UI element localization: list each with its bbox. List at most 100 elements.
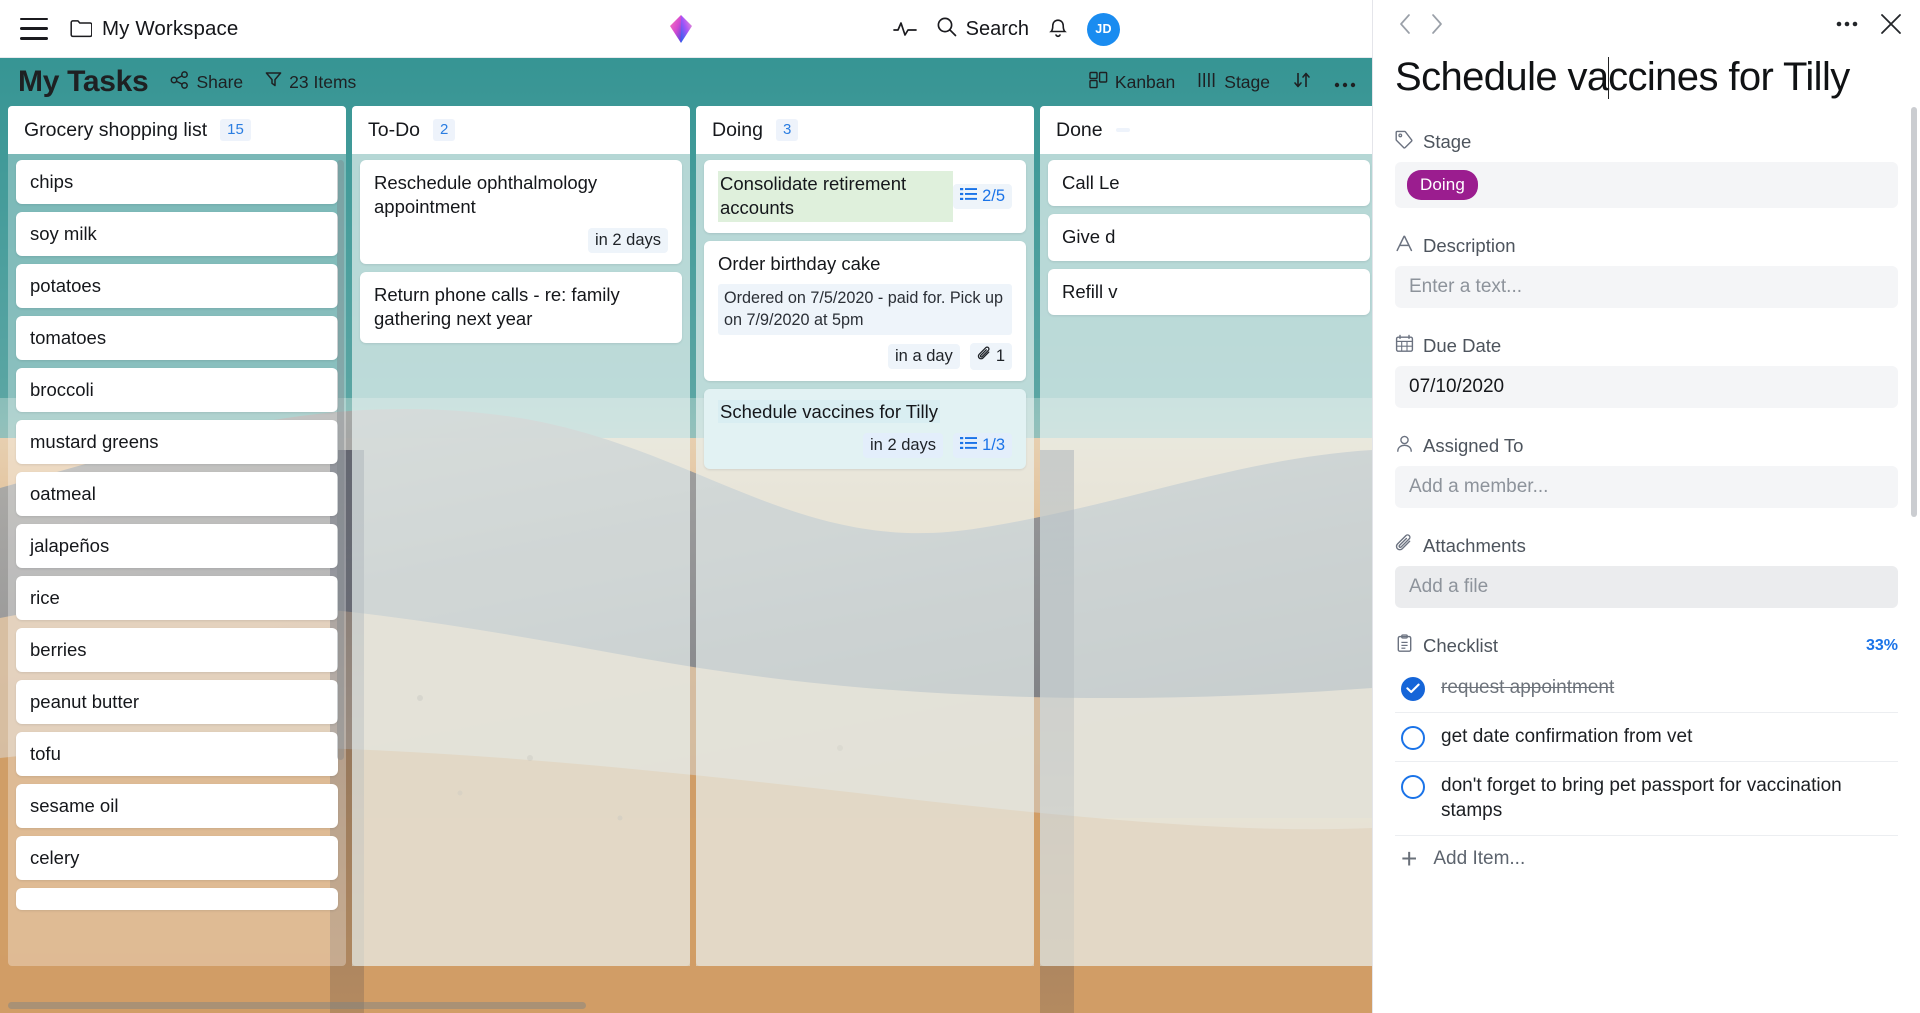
- group-by-stage-button[interactable]: Stage: [1197, 71, 1270, 94]
- kanban-columns: Grocery shopping list 15 chips soy milk …: [0, 106, 1372, 966]
- close-icon[interactable]: [1880, 13, 1902, 35]
- column-count: [1115, 128, 1130, 132]
- task-card-title: Consolidate retirement accounts: [718, 171, 954, 222]
- task-detail-panel: Schedule vaccines for Tilly Stage Doing …: [1372, 0, 1920, 1013]
- column-scrollbar[interactable]: [337, 160, 344, 760]
- list-item[interactable]: [16, 888, 338, 910]
- list-item[interactable]: jalapeños: [16, 524, 338, 568]
- avatar[interactable]: JD: [1087, 12, 1120, 46]
- checklist-icon: [960, 436, 978, 455]
- due-date-badge: in a day: [888, 344, 960, 370]
- task-card[interactable]: Reschedule ophthalmology appointment in …: [360, 160, 682, 264]
- board-horizontal-scrollbar[interactable]: [8, 1002, 1364, 1009]
- kanban-icon: [1089, 71, 1108, 94]
- task-card[interactable]: Refill v: [1048, 268, 1370, 316]
- kanban-column-done: Done Call Le Give d Refill v: [1040, 106, 1372, 966]
- list-item[interactable]: chips: [16, 160, 338, 204]
- assigned-to-input[interactable]: Add a member...: [1395, 465, 1898, 508]
- list-item[interactable]: berries: [16, 628, 338, 672]
- panel-scrollbar[interactable]: [1911, 107, 1917, 517]
- column-title: Grocery shopping list: [24, 118, 208, 141]
- search-label: Search: [965, 17, 1029, 40]
- app-root: My Workspace Search JD My Tasks Share 23…: [0, 0, 1920, 1013]
- task-card[interactable]: Consolidate retirement accounts 2/5: [704, 160, 1026, 233]
- column-header[interactable]: Grocery shopping list 15: [8, 106, 346, 154]
- chevron-right-icon[interactable]: [1421, 9, 1451, 39]
- share-icon: [170, 70, 189, 94]
- list-item[interactable]: oatmeal: [16, 472, 338, 516]
- panel-toolbar-right: [1836, 13, 1902, 35]
- task-card[interactable]: Give d: [1048, 214, 1370, 261]
- attachments-dropzone[interactable]: Add a file: [1395, 565, 1898, 608]
- workspace-name[interactable]: My Workspace: [102, 17, 238, 41]
- list-item[interactable]: potatoes: [16, 264, 338, 308]
- checklist-item[interactable]: get date confirmation from vet: [1395, 713, 1898, 762]
- due-date-field-label: Due Date: [1395, 334, 1898, 358]
- share-label: Share: [196, 71, 244, 92]
- column-header[interactable]: Done: [1040, 106, 1372, 154]
- stage-field[interactable]: Doing: [1395, 161, 1898, 208]
- items-count-label: 23 Items: [289, 71, 357, 92]
- attachments-field-label: Attachments: [1395, 534, 1898, 558]
- checkbox-unchecked-icon[interactable]: [1401, 725, 1425, 750]
- filter-items-button[interactable]: 23 Items: [265, 71, 356, 93]
- task-card[interactable]: Order birthday cake Ordered on 7/5/2020 …: [704, 240, 1026, 382]
- checklist-icon: [960, 187, 978, 206]
- sort-button[interactable]: [1292, 70, 1312, 95]
- list-item[interactable]: mustard greens: [16, 420, 338, 464]
- panel-more-options-button[interactable]: [1836, 21, 1858, 27]
- checklist-add-label: Add Item...: [1433, 848, 1526, 870]
- kanban-column-grocery-shopping-list: Grocery shopping list 15 chips soy milk …: [8, 106, 346, 966]
- column-header[interactable]: To-Do 2: [352, 106, 690, 154]
- checklist-field-label: Checklist: [1395, 634, 1498, 658]
- sort-icon: [1292, 70, 1312, 95]
- search-button[interactable]: Search: [936, 16, 1029, 42]
- hamburger-menu-icon[interactable]: [20, 17, 48, 40]
- board-header: My Tasks Share 23 Items Kanban Stage: [0, 58, 1372, 106]
- checklist-item[interactable]: request appointment: [1395, 664, 1898, 713]
- list-item[interactable]: soy milk: [16, 212, 338, 256]
- description-input[interactable]: Enter a text...: [1395, 265, 1898, 308]
- list-item[interactable]: celery: [16, 836, 338, 880]
- checkbox-unchecked-icon[interactable]: [1401, 774, 1425, 799]
- checkbox-checked-icon[interactable]: [1401, 676, 1425, 701]
- checklist-count: 1/3: [982, 435, 1005, 454]
- column-body: Reschedule ophthalmology appointment in …: [352, 154, 690, 966]
- task-card-title: Refill v: [1062, 280, 1118, 302]
- checklist-badge: 1/3: [953, 432, 1012, 458]
- checklist-item[interactable]: don't forget to bring pet passport for v…: [1395, 762, 1898, 837]
- column-title: Doing: [712, 118, 763, 141]
- column-count: 15: [220, 118, 251, 142]
- panel-task-title[interactable]: Schedule vaccines for Tilly: [1395, 51, 1898, 104]
- share-button[interactable]: Share: [170, 70, 244, 94]
- activity-pulse-icon[interactable]: [892, 20, 917, 38]
- tag-icon: [1395, 130, 1414, 154]
- description-label: Description: [1423, 234, 1516, 256]
- task-card[interactable]: Call Le: [1048, 160, 1370, 207]
- view-kanban-button[interactable]: Kanban: [1089, 71, 1175, 94]
- column-header[interactable]: Doing 3: [696, 106, 1034, 154]
- bell-icon[interactable]: [1048, 18, 1068, 40]
- board-more-options-button[interactable]: [1334, 72, 1356, 93]
- checklist-progress-percent: 33%: [1865, 636, 1898, 654]
- list-item[interactable]: sesame oil: [16, 784, 338, 828]
- diamond-logo-icon: [669, 14, 693, 44]
- checklist-add-item-button[interactable]: + Add Item...: [1395, 836, 1898, 882]
- checklist-header: Checklist 33%: [1395, 634, 1898, 658]
- list-item[interactable]: rice: [16, 576, 338, 620]
- list-item[interactable]: tomatoes: [16, 316, 338, 360]
- board-scroll-thumb[interactable]: [8, 1002, 586, 1009]
- column-title: To-Do: [368, 118, 421, 141]
- due-date-input[interactable]: 07/10/2020: [1395, 365, 1898, 408]
- list-item[interactable]: tofu: [16, 732, 338, 776]
- task-card[interactable]: Return phone calls - re: family gatherin…: [360, 271, 682, 343]
- checklist-item-text: request appointment: [1441, 676, 1615, 698]
- list-item[interactable]: broccoli: [16, 368, 338, 412]
- task-card-title: Give d: [1062, 226, 1116, 248]
- due-date-label: Due Date: [1423, 334, 1502, 356]
- task-card-selected[interactable]: Schedule vaccines for Tilly in 2 days 1/…: [704, 389, 1026, 469]
- list-item[interactable]: peanut butter: [16, 680, 338, 724]
- chevron-left-icon[interactable]: [1391, 9, 1421, 39]
- board-area: My Tasks Share 23 Items Kanban Stage Gro…: [0, 58, 1372, 1013]
- text-icon: [1395, 234, 1414, 258]
